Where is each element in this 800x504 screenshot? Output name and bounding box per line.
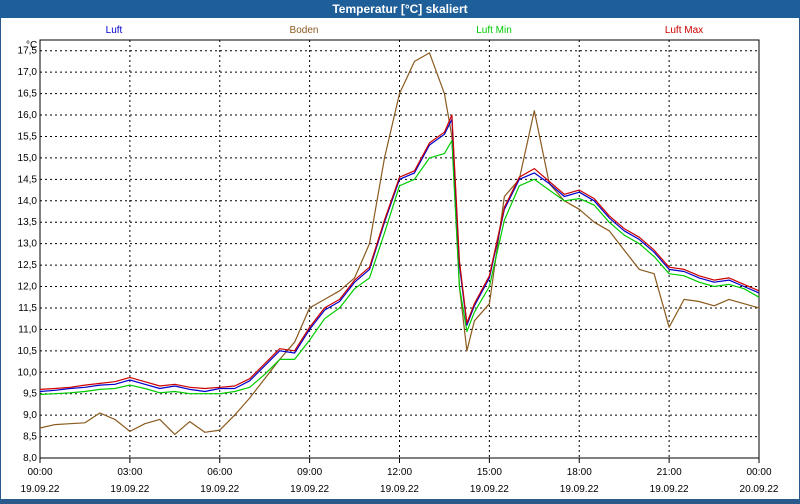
- y-tick-label: 8,5: [23, 432, 37, 443]
- x-tick-date-label: 19.09.22: [560, 484, 599, 495]
- y-tick-label: 16,5: [18, 89, 38, 100]
- x-tick-time-label: 21:00: [657, 467, 682, 478]
- y-tick-label: 11,0: [18, 324, 37, 335]
- legend-entry-luft-min[interactable]: Luft Min: [476, 25, 512, 36]
- x-tick-date-label: 19.09.22: [290, 484, 329, 495]
- y-tick-label: 12,0: [18, 282, 38, 293]
- x-tick-date-label: 20.09.22: [740, 484, 779, 495]
- chart-title: Temperatur [°C] skaliert: [0, 0, 800, 18]
- x-tick-time-label: 00:00: [746, 467, 771, 478]
- y-axis-label: °C: [26, 40, 37, 51]
- x-tick-time-label: 15:00: [477, 467, 502, 478]
- x-tick-date-label: 19.09.22: [470, 484, 509, 495]
- y-tick-label: 11,5: [18, 303, 37, 314]
- y-tick-label: 12,5: [18, 260, 38, 271]
- x-tick-time-label: 18:00: [567, 467, 592, 478]
- chart-canvas: 8,0 8,5 9,0 9,5 10,0 10,5 11,0 11,5 12,0 12,5 13,0…: [1, 18, 799, 499]
- y-tick-label: 10,0: [18, 367, 38, 378]
- x-tick-time-label: 09:00: [297, 467, 322, 478]
- y-tick-label: 9,5: [23, 389, 37, 400]
- x-tick-date-label: 19.09.22: [110, 484, 149, 495]
- legend-entry-boden[interactable]: Boden: [290, 25, 319, 36]
- chart-svg: 8,0 8,5 9,0 9,5 10,0 10,5 11,0 11,5 12,0 12,5 13,0…: [18, 25, 779, 495]
- y-tick-label: 15,0: [18, 153, 38, 164]
- x-tick-time-label: 12:00: [387, 467, 412, 478]
- x-tick-time-label: 06:00: [207, 467, 232, 478]
- y-tick-label: 8,0: [23, 453, 37, 464]
- x-tick-time-label: 03:00: [117, 467, 142, 478]
- y-tick-label: 15,5: [18, 131, 38, 142]
- x-tick-date-label: 19.09.22: [650, 484, 689, 495]
- x-tick-date-label: 19.09.22: [380, 484, 419, 495]
- y-tick-label: 17,0: [18, 67, 38, 78]
- x-tick-date-label: 19.09.22: [200, 484, 239, 495]
- x-tick-date-label: 19.09.22: [21, 484, 60, 495]
- y-tick-label: 14,0: [18, 196, 38, 207]
- y-tick-label: 16,0: [18, 110, 38, 121]
- y-tick-label: 9,0: [23, 410, 37, 421]
- legend-entry-luft[interactable]: Luft: [106, 25, 123, 36]
- legend-entry-luft-max[interactable]: Luft Max: [665, 25, 703, 36]
- chart-window: Temperatur [°C] skaliert 8,0 8,5 9,0 9,5 10,…: [0, 0, 800, 500]
- x-tick-time-label: 00:00: [27, 467, 52, 478]
- y-tick-label: 10,5: [18, 346, 38, 357]
- y-tick-label: 13,0: [18, 239, 38, 250]
- y-tick-label: 14,5: [18, 174, 38, 185]
- y-tick-label: 13,5: [18, 217, 38, 228]
